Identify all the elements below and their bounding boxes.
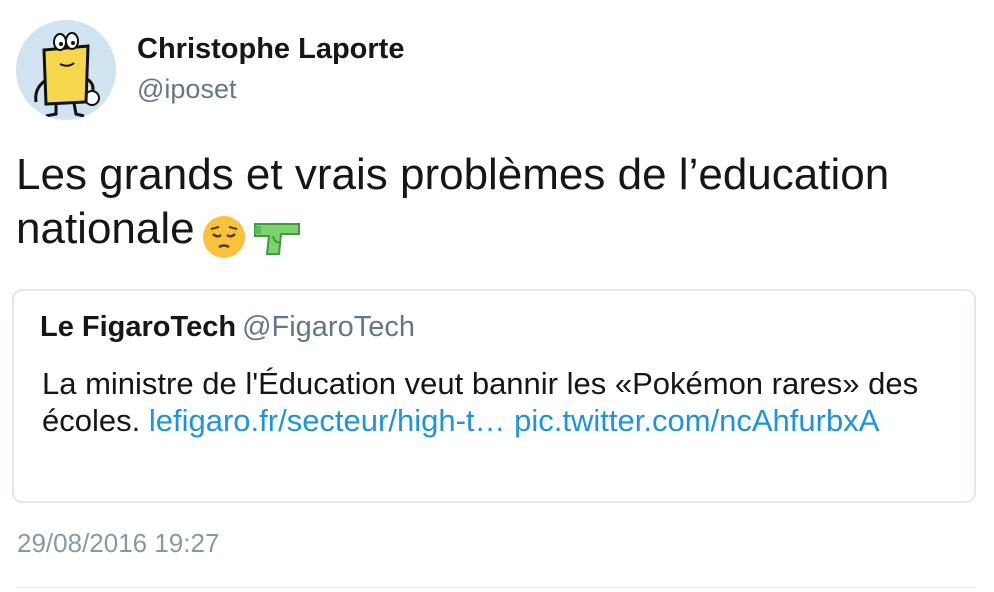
quoted-tweet-display-name[interactable]: Le FigaroTech: [40, 311, 236, 343]
tweet-text-body: Les grands et vrais problèmes de l’educa…: [16, 150, 890, 253]
quoted-tweet[interactable]: Le FigaroTech @FigaroTech La ministre de …: [12, 289, 976, 503]
author-display-name[interactable]: Christophe Laporte: [137, 33, 404, 66]
water-pistol-icon: [253, 223, 300, 256]
cartoon-character-avatar-icon: [16, 20, 116, 120]
quoted-tweet-handle[interactable]: @FigaroTech: [242, 311, 415, 343]
emoji-group: [201, 208, 303, 262]
quoted-tweet-text: La ministre de l'Éducation veut bannir l…: [42, 365, 942, 439]
article-link[interactable]: lefigaro.fr/secteur/high-t…: [149, 403, 506, 438]
tweet-text: Les grands et vrais problèmes de l’educa…: [16, 148, 976, 262]
quoted-tweet-header: Le FigaroTech @FigaroTech: [40, 311, 415, 344]
tweet-timestamp[interactable]: 29/08/2016 19:27: [17, 528, 219, 559]
tweet-card: Christophe Laporte @iposet Les grands et…: [0, 0, 994, 592]
pic-link[interactable]: pic.twitter.com/ncAhfurbxA: [514, 403, 879, 438]
avatar[interactable]: [16, 20, 116, 120]
pensive-face-icon: [202, 216, 245, 259]
divider: [16, 587, 976, 588]
author-handle[interactable]: @iposet: [137, 74, 236, 105]
